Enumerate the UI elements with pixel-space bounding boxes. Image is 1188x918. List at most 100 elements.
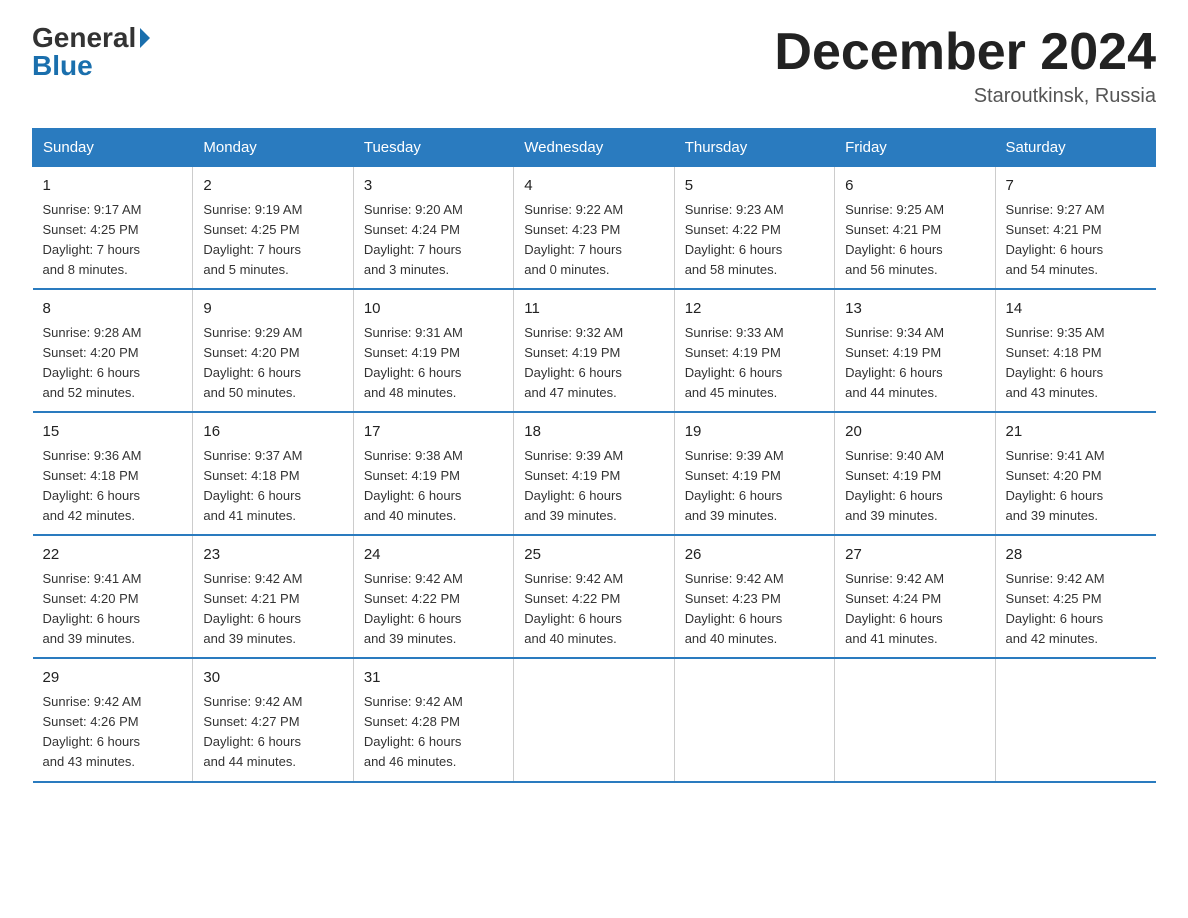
day-number: 24 [364, 544, 503, 567]
cell-week1-day0: 1Sunrise: 9:17 AM Sunset: 4:25 PM Daylig… [33, 167, 193, 290]
cell-week3-day4: 19Sunrise: 9:39 AM Sunset: 4:19 PM Dayli… [674, 412, 834, 535]
day-number: 4 [524, 175, 663, 198]
day-number: 19 [685, 421, 824, 444]
day-info: Sunrise: 9:38 AM Sunset: 4:19 PM Dayligh… [364, 446, 503, 527]
cell-week4-day0: 22Sunrise: 9:41 AM Sunset: 4:20 PM Dayli… [33, 535, 193, 658]
day-number: 14 [1006, 298, 1146, 321]
day-number: 17 [364, 421, 503, 444]
day-info: Sunrise: 9:42 AM Sunset: 4:22 PM Dayligh… [364, 569, 503, 650]
header-thursday: Thursday [674, 129, 834, 167]
cell-week2-day5: 13Sunrise: 9:34 AM Sunset: 4:19 PM Dayli… [835, 289, 995, 412]
day-number: 1 [43, 175, 183, 198]
logo-blue-text: Blue [32, 50, 93, 81]
day-number: 9 [203, 298, 342, 321]
cell-week2-day3: 11Sunrise: 9:32 AM Sunset: 4:19 PM Dayli… [514, 289, 674, 412]
page-header: General Blue December 2024 Staroutkinsk,… [32, 24, 1156, 108]
header-wednesday: Wednesday [514, 129, 674, 167]
header-tuesday: Tuesday [353, 129, 513, 167]
cell-week3-day3: 18Sunrise: 9:39 AM Sunset: 4:19 PM Dayli… [514, 412, 674, 535]
day-info: Sunrise: 9:42 AM Sunset: 4:28 PM Dayligh… [364, 692, 503, 773]
header-monday: Monday [193, 129, 353, 167]
day-number: 22 [43, 544, 183, 567]
cell-week5-day0: 29Sunrise: 9:42 AM Sunset: 4:26 PM Dayli… [33, 658, 193, 781]
day-info: Sunrise: 9:17 AM Sunset: 4:25 PM Dayligh… [43, 200, 183, 281]
day-number: 7 [1006, 175, 1146, 198]
cell-week1-day1: 2Sunrise: 9:19 AM Sunset: 4:25 PM Daylig… [193, 167, 353, 290]
cell-week1-day3: 4Sunrise: 9:22 AM Sunset: 4:23 PM Daylig… [514, 167, 674, 290]
day-info: Sunrise: 9:42 AM Sunset: 4:26 PM Dayligh… [43, 692, 183, 773]
day-number: 13 [845, 298, 984, 321]
header-sunday: Sunday [33, 129, 193, 167]
day-number: 18 [524, 421, 663, 444]
day-number: 10 [364, 298, 503, 321]
day-info: Sunrise: 9:42 AM Sunset: 4:21 PM Dayligh… [203, 569, 342, 650]
logo-general-text: General [32, 24, 136, 52]
cell-week1-day4: 5Sunrise: 9:23 AM Sunset: 4:22 PM Daylig… [674, 167, 834, 290]
location-text: Staroutkinsk, Russia [774, 85, 1156, 108]
logo: General Blue [32, 24, 150, 80]
day-info: Sunrise: 9:31 AM Sunset: 4:19 PM Dayligh… [364, 323, 503, 404]
week-row-3: 15Sunrise: 9:36 AM Sunset: 4:18 PM Dayli… [33, 412, 1156, 535]
day-info: Sunrise: 9:42 AM Sunset: 4:23 PM Dayligh… [685, 569, 824, 650]
day-number: 5 [685, 175, 824, 198]
day-number: 26 [685, 544, 824, 567]
cell-week1-day2: 3Sunrise: 9:20 AM Sunset: 4:24 PM Daylig… [353, 167, 513, 290]
cell-week1-day6: 7Sunrise: 9:27 AM Sunset: 4:21 PM Daylig… [995, 167, 1155, 290]
day-info: Sunrise: 9:36 AM Sunset: 4:18 PM Dayligh… [43, 446, 183, 527]
day-info: Sunrise: 9:27 AM Sunset: 4:21 PM Dayligh… [1006, 200, 1146, 281]
cell-week2-day2: 10Sunrise: 9:31 AM Sunset: 4:19 PM Dayli… [353, 289, 513, 412]
day-info: Sunrise: 9:42 AM Sunset: 4:22 PM Dayligh… [524, 569, 663, 650]
day-number: 21 [1006, 421, 1146, 444]
day-number: 27 [845, 544, 984, 567]
cell-week4-day2: 24Sunrise: 9:42 AM Sunset: 4:22 PM Dayli… [353, 535, 513, 658]
day-number: 8 [43, 298, 183, 321]
header-friday: Friday [835, 129, 995, 167]
day-number: 12 [685, 298, 824, 321]
day-number: 31 [364, 667, 503, 690]
cell-week2-day1: 9Sunrise: 9:29 AM Sunset: 4:20 PM Daylig… [193, 289, 353, 412]
week-row-4: 22Sunrise: 9:41 AM Sunset: 4:20 PM Dayli… [33, 535, 1156, 658]
day-info: Sunrise: 9:28 AM Sunset: 4:20 PM Dayligh… [43, 323, 183, 404]
day-info: Sunrise: 9:25 AM Sunset: 4:21 PM Dayligh… [845, 200, 984, 281]
calendar-table: SundayMondayTuesdayWednesdayThursdayFrid… [32, 128, 1156, 782]
cell-week2-day4: 12Sunrise: 9:33 AM Sunset: 4:19 PM Dayli… [674, 289, 834, 412]
cell-week1-day5: 6Sunrise: 9:25 AM Sunset: 4:21 PM Daylig… [835, 167, 995, 290]
day-info: Sunrise: 9:20 AM Sunset: 4:24 PM Dayligh… [364, 200, 503, 281]
cell-week5-day2: 31Sunrise: 9:42 AM Sunset: 4:28 PM Dayli… [353, 658, 513, 781]
cell-week2-day6: 14Sunrise: 9:35 AM Sunset: 4:18 PM Dayli… [995, 289, 1155, 412]
cell-week4-day4: 26Sunrise: 9:42 AM Sunset: 4:23 PM Dayli… [674, 535, 834, 658]
week-row-5: 29Sunrise: 9:42 AM Sunset: 4:26 PM Dayli… [33, 658, 1156, 781]
day-info: Sunrise: 9:33 AM Sunset: 4:19 PM Dayligh… [685, 323, 824, 404]
day-number: 30 [203, 667, 342, 690]
cell-week3-day1: 16Sunrise: 9:37 AM Sunset: 4:18 PM Dayli… [193, 412, 353, 535]
cell-week3-day2: 17Sunrise: 9:38 AM Sunset: 4:19 PM Dayli… [353, 412, 513, 535]
day-number: 23 [203, 544, 342, 567]
cell-week3-day5: 20Sunrise: 9:40 AM Sunset: 4:19 PM Dayli… [835, 412, 995, 535]
day-info: Sunrise: 9:42 AM Sunset: 4:25 PM Dayligh… [1006, 569, 1146, 650]
day-number: 20 [845, 421, 984, 444]
day-info: Sunrise: 9:29 AM Sunset: 4:20 PM Dayligh… [203, 323, 342, 404]
logo-arrow-icon [140, 28, 150, 48]
week-row-1: 1Sunrise: 9:17 AM Sunset: 4:25 PM Daylig… [33, 167, 1156, 290]
cell-week5-day5 [835, 658, 995, 781]
month-title: December 2024 [774, 24, 1156, 81]
day-number: 6 [845, 175, 984, 198]
day-info: Sunrise: 9:22 AM Sunset: 4:23 PM Dayligh… [524, 200, 663, 281]
day-number: 25 [524, 544, 663, 567]
day-info: Sunrise: 9:42 AM Sunset: 4:24 PM Dayligh… [845, 569, 984, 650]
day-number: 2 [203, 175, 342, 198]
cell-week5-day6 [995, 658, 1155, 781]
day-info: Sunrise: 9:39 AM Sunset: 4:19 PM Dayligh… [524, 446, 663, 527]
day-info: Sunrise: 9:23 AM Sunset: 4:22 PM Dayligh… [685, 200, 824, 281]
cell-week3-day0: 15Sunrise: 9:36 AM Sunset: 4:18 PM Dayli… [33, 412, 193, 535]
week-row-2: 8Sunrise: 9:28 AM Sunset: 4:20 PM Daylig… [33, 289, 1156, 412]
cell-week4-day6: 28Sunrise: 9:42 AM Sunset: 4:25 PM Dayli… [995, 535, 1155, 658]
title-section: December 2024 Staroutkinsk, Russia [774, 24, 1156, 108]
day-info: Sunrise: 9:32 AM Sunset: 4:19 PM Dayligh… [524, 323, 663, 404]
header-saturday: Saturday [995, 129, 1155, 167]
cell-week5-day4 [674, 658, 834, 781]
day-info: Sunrise: 9:35 AM Sunset: 4:18 PM Dayligh… [1006, 323, 1146, 404]
day-number: 29 [43, 667, 183, 690]
day-info: Sunrise: 9:40 AM Sunset: 4:19 PM Dayligh… [845, 446, 984, 527]
day-info: Sunrise: 9:34 AM Sunset: 4:19 PM Dayligh… [845, 323, 984, 404]
